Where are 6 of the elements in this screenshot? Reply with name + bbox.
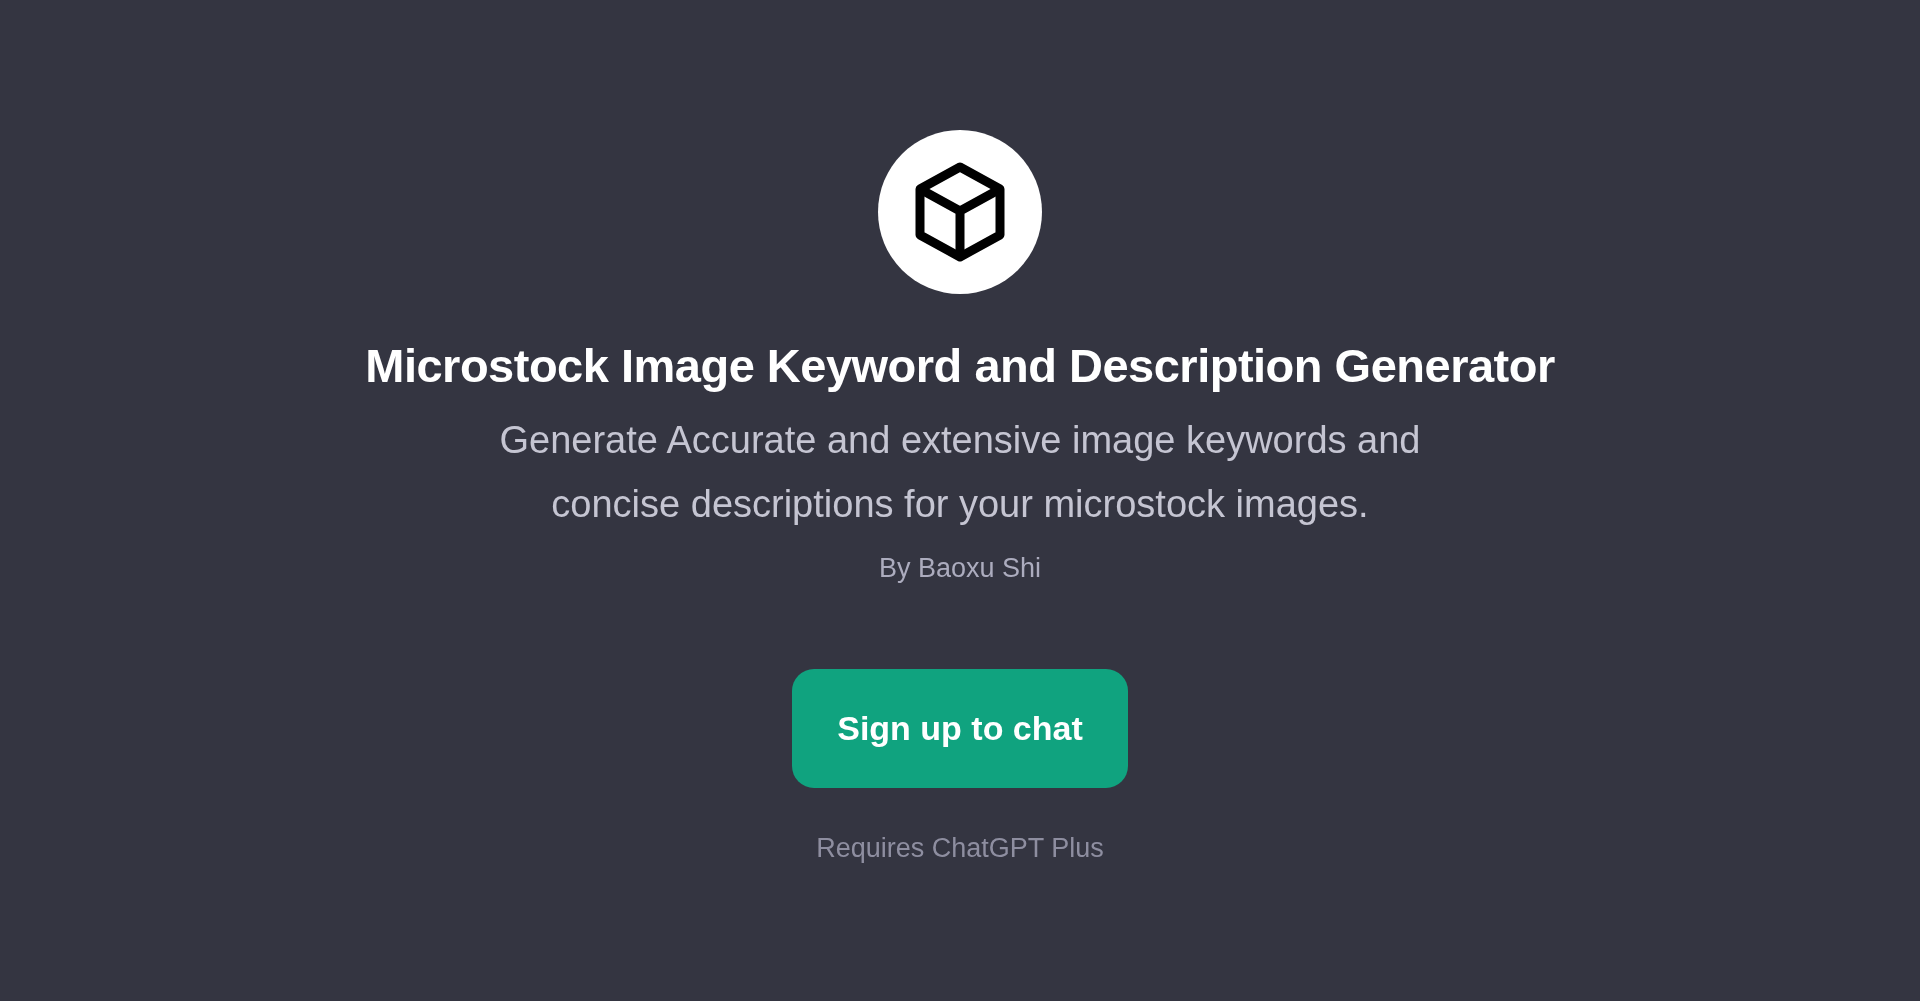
signup-button[interactable]: Sign up to chat [792, 668, 1128, 788]
gpt-title: Microstock Image Keyword and Description Generator [365, 338, 1555, 394]
requirement-note: Requires ChatGPT Plus [816, 831, 1104, 865]
cube-icon [914, 161, 1006, 263]
author-text: By Baoxu Shi [878, 552, 1042, 586]
gpt-description: Generate Accurate and extensive image keywords and concise descriptions for your microstock images. [498, 418, 1422, 528]
